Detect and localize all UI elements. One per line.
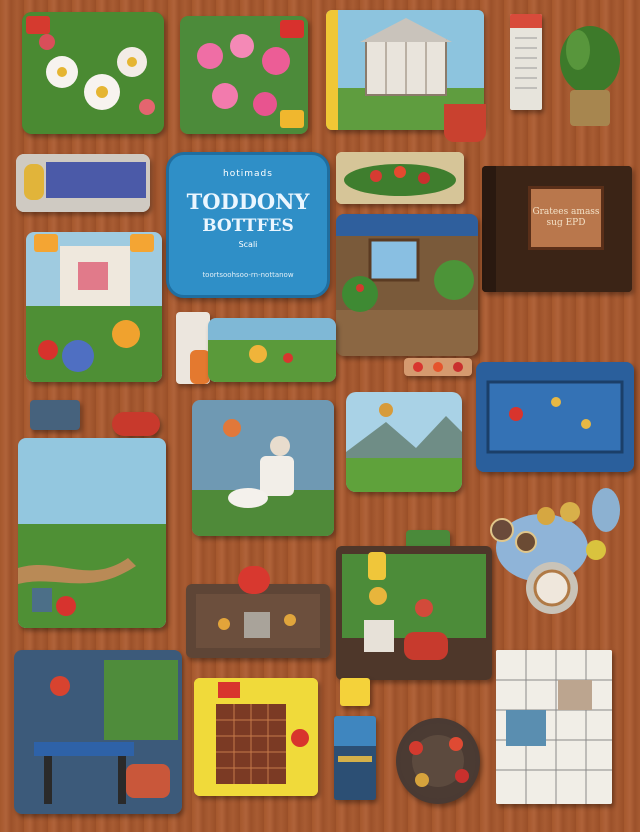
seed-packet-illustration (510, 14, 542, 89)
flower-strip-small (404, 358, 472, 376)
country-path-card (18, 438, 166, 628)
yellow-tag-marker (368, 552, 386, 580)
cottage-illustration (26, 232, 162, 382)
flower-pot (444, 104, 486, 142)
garden-shelf-illustration (336, 546, 492, 680)
flower-strip-illustration (413, 362, 463, 372)
round-flower-wreath (396, 718, 480, 804)
meadow-illustration (208, 318, 336, 382)
board-game-illustration (476, 362, 634, 472)
medallions-illustration (490, 488, 620, 614)
yellow-tag (280, 110, 304, 128)
blueprint-illustration (496, 650, 612, 804)
flower-bed-illustration (336, 152, 464, 204)
garden-shelf-card (336, 546, 492, 680)
wreath-illustration (400, 723, 476, 799)
grid-panel-illustration (194, 678, 318, 796)
sign-subtitle: Scali (238, 240, 258, 249)
blue-box (334, 716, 376, 800)
patio-scene-card (14, 650, 182, 814)
gardener-illustration (192, 400, 334, 536)
mountain-meadow-card (346, 392, 462, 492)
red-tag (26, 16, 50, 34)
yellow-grid-panel (194, 678, 318, 796)
tool-box-illustration (190, 350, 210, 384)
gardener-card (192, 400, 334, 536)
seed-medallions (486, 480, 626, 620)
planter-tray (186, 584, 330, 658)
garden-sign: hotimads TODDONY BOTTFES Scali toortsooh… (166, 152, 330, 298)
orange-tag-2 (130, 234, 154, 252)
red-tag (280, 20, 304, 38)
cabin-illustration (336, 214, 478, 356)
flower-card-pink-blooms (180, 16, 308, 134)
seed-packet (510, 14, 542, 110)
lavender-illustration (16, 154, 150, 212)
potted-plant-illustration (560, 26, 620, 126)
sign-footer: toortsoohsoo-rn-nottanow (202, 271, 294, 279)
red-flower-ornament (112, 412, 160, 436)
blueprint-sheet (496, 650, 612, 804)
flower-card-white-daisies (22, 12, 164, 134)
small-tool-box (176, 312, 210, 384)
flower-bed-strip (336, 152, 464, 204)
planter-box-small (30, 400, 80, 430)
country-path-illustration (18, 438, 166, 628)
planter-tray-illustration (186, 584, 330, 658)
lavender-planter (16, 154, 150, 212)
patio-illustration (14, 650, 182, 814)
garden-cabin-card (336, 214, 478, 356)
book-label: Gratees amass sug EPD (528, 186, 604, 250)
flower-bouquet (238, 566, 270, 594)
blue-board-game (476, 362, 634, 472)
blue-box-illustration (334, 716, 376, 800)
small-yellow-card (340, 678, 370, 706)
sign-title-line-2: BOTTFES (202, 216, 294, 236)
sign-title-line-1: TODDONY (186, 189, 310, 214)
cottage-garden-card (26, 232, 162, 382)
potted-plant (558, 20, 622, 128)
mountain-illustration (346, 392, 462, 492)
orange-tag (34, 234, 58, 252)
sign-small-text: hotimads (223, 169, 273, 179)
meadow-card (208, 318, 336, 382)
